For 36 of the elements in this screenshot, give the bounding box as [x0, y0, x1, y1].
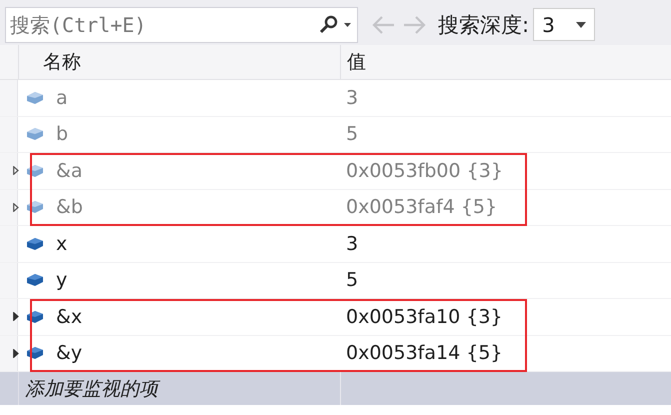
- expand-arrow-icon[interactable]: [13, 348, 19, 358]
- variable-value: 3: [345, 232, 360, 255]
- depth-dropdown[interactable]: 3: [533, 8, 596, 41]
- depth-label: 搜索深度:: [438, 12, 530, 38]
- table-row[interactable]: &a 0x0053fb00 {3}: [0, 153, 671, 190]
- variable-value: 0x0053fa10 {3}: [345, 306, 504, 328]
- variable-value: 0x0053faf4 {5}: [345, 196, 498, 218]
- caret-icon[interactable]: [576, 22, 586, 28]
- row-gutter: [0, 116, 18, 152]
- variable-value: 5: [345, 269, 360, 292]
- expand-arrow-icon[interactable]: [13, 312, 19, 322]
- variable-name: a: [56, 86, 68, 109]
- table-row[interactable]: b 5: [0, 116, 671, 153]
- column-header[interactable]: 值: [340, 45, 671, 79]
- expand-arrow-icon[interactable]: [13, 202, 19, 212]
- variable-name: &y: [56, 342, 82, 364]
- variable-name: b: [56, 123, 68, 146]
- variable-name: &b: [56, 196, 83, 218]
- table-row[interactable]: &b 0x0053faf4 {5}: [0, 190, 671, 226]
- search-field[interactable]: 搜索(Ctrl+E): [5, 6, 358, 42]
- variable-name: &x: [56, 306, 82, 328]
- variable-value: 3: [345, 86, 360, 109]
- variable-name: y: [56, 269, 68, 292]
- variable-value: 0x0053fb00 {3}: [345, 160, 504, 182]
- row-gutter: [0, 262, 18, 298]
- variable-value: 0x0053fa14 {5}: [345, 342, 504, 364]
- variable-name: &a: [56, 160, 82, 182]
- row-gutter: [0, 226, 18, 262]
- column-header[interactable]: 名称: [18, 45, 340, 79]
- variable-name: x: [56, 232, 68, 255]
- expand-arrow-icon[interactable]: [13, 166, 19, 176]
- table-row[interactable]: a 3: [0, 80, 671, 116]
- variable-value: 5: [345, 123, 360, 146]
- table-row[interactable]: y 5: [0, 262, 671, 299]
- table-row[interactable]: &x 0x0053fa10 {3}: [0, 299, 671, 336]
- table-row[interactable]: x 3: [0, 226, 671, 262]
